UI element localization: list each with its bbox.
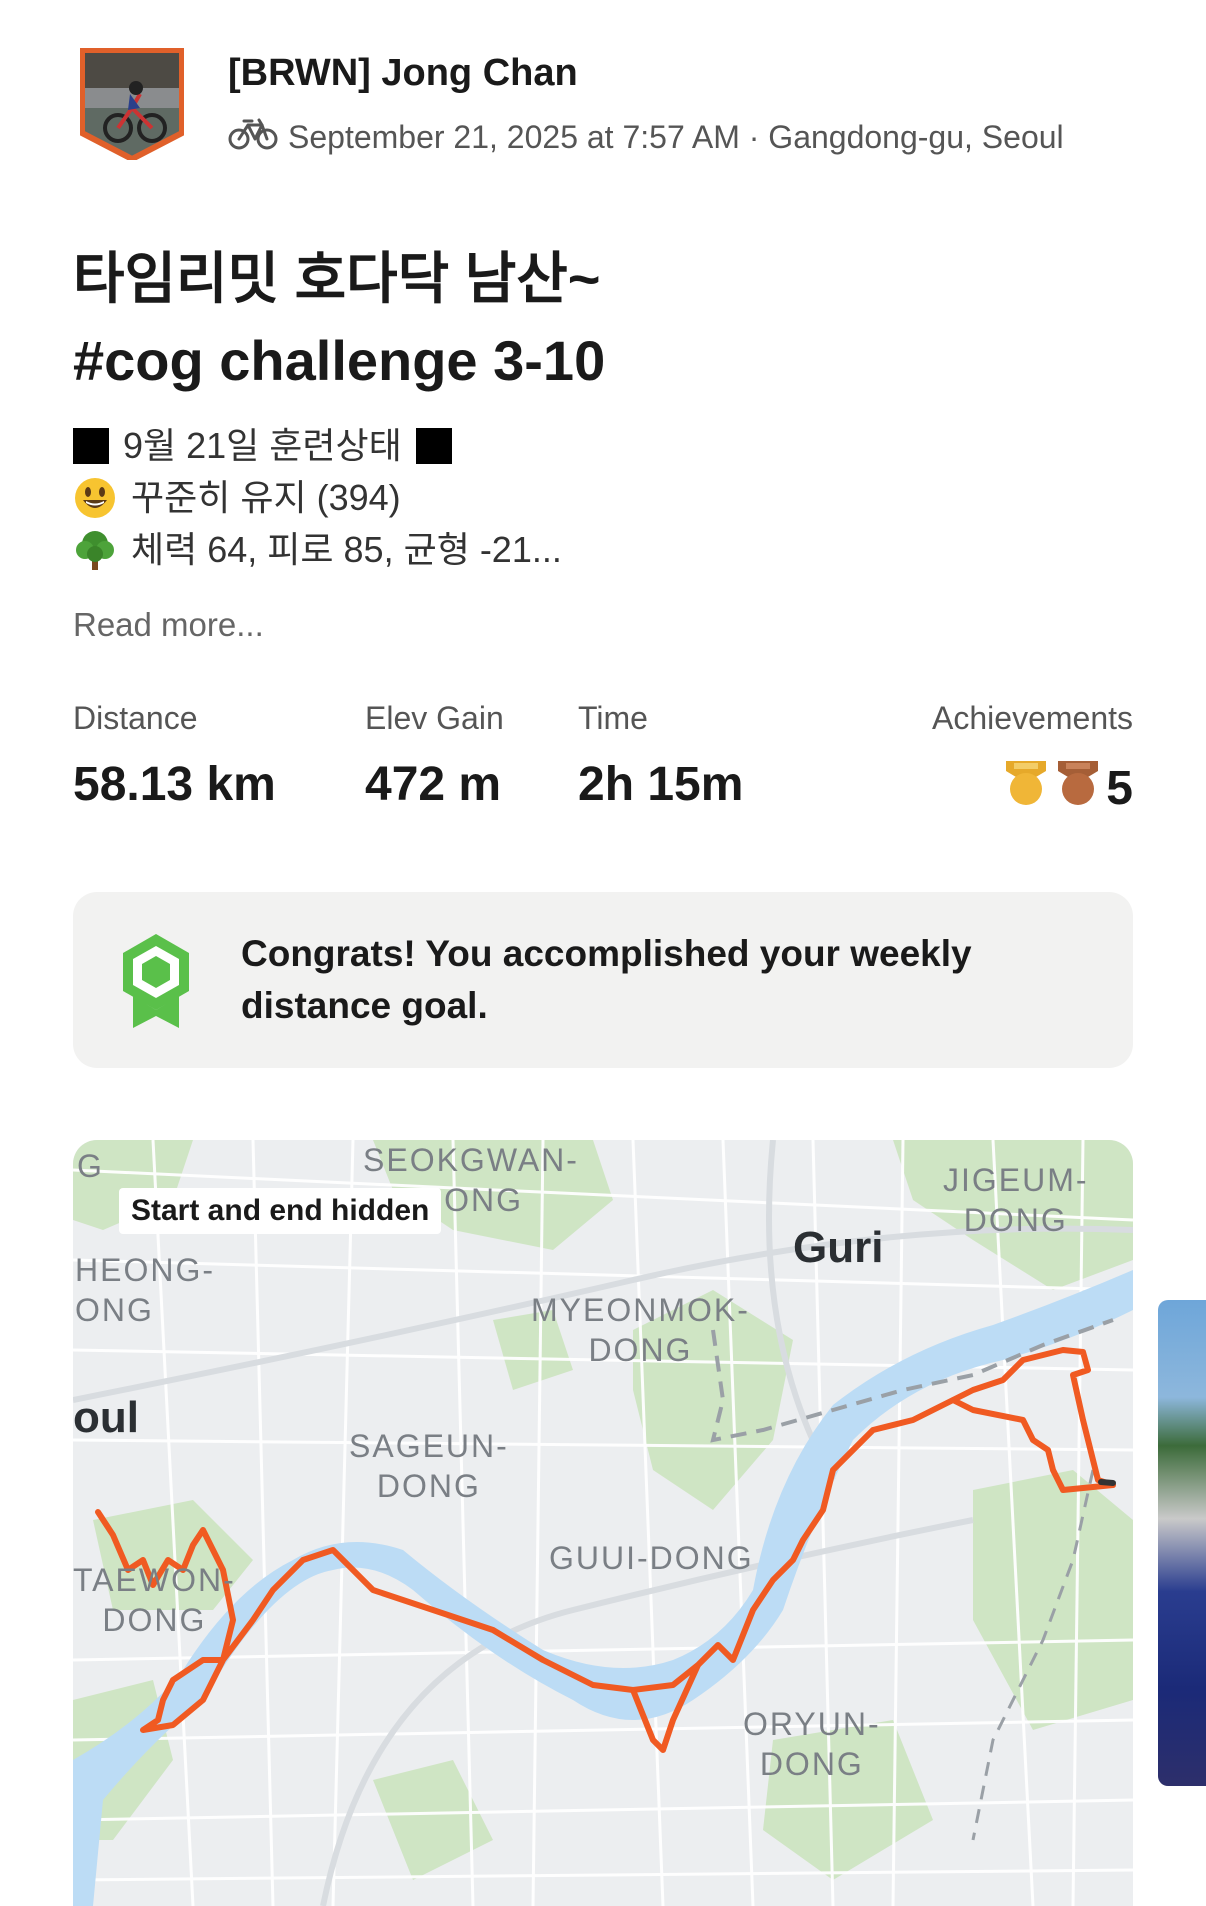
stat-achievements[interactable]: Achievements 5	[932, 700, 1133, 819]
route-map[interactable]: SEOKGWAN- DONG G HEONG- ONG oul Guri JIG…	[73, 1140, 1133, 1906]
smiley-emoji-icon	[73, 476, 117, 520]
stat-time: Time 2h 15m	[578, 700, 743, 812]
map-label-oryun: ORYUN- DONG	[743, 1706, 881, 1782]
activity-title-line-1: 타임리밋 호다닥 남산~	[73, 247, 601, 310]
activity-description: 9월 21일 훈련상태 꾸준히 유지 (394) 체력 64, 피로 85, 균…	[73, 420, 973, 576]
map-label-myeonmok: MYEONMOK- DONG	[531, 1292, 750, 1368]
description-text: 체력 64, 피로 85, 균형 -21...	[131, 529, 562, 570]
activity-date-location: September 21, 2025 at 7:57 AM · Gangdong…	[288, 118, 1064, 155]
start-end-hidden-badge: Start and end hidden	[119, 1188, 442, 1234]
map-label-guui: GUUI-DONG	[549, 1540, 754, 1576]
map-label-guri: Guri	[793, 1223, 884, 1272]
stat-label: Distance	[73, 700, 198, 736]
achievements-count: 5	[1106, 761, 1133, 815]
bike-icon	[228, 116, 278, 158]
stat-label: Achievements	[932, 700, 1133, 736]
activity-meta: September 21, 2025 at 7:57 AM · Gangdong…	[228, 116, 1064, 158]
description-line: 9월 21일 훈련상태	[73, 420, 973, 472]
stat-label: Time	[578, 700, 648, 736]
map-label-g: G	[77, 1148, 104, 1184]
black-square-icon	[415, 428, 452, 464]
read-more-link[interactable]: Read more...	[73, 606, 264, 644]
map-label-jigeum: JIGEUM- DONG	[943, 1162, 1089, 1238]
description-line: 꾸준히 유지 (394)	[73, 472, 973, 524]
activity-stats: Distance 58.13 km Elev Gain 472 m Time 2…	[73, 700, 1133, 820]
gold-medal-icon	[1002, 757, 1050, 819]
weekly-goal-banner[interactable]: Congrats! You accomplished your weekly d…	[73, 892, 1133, 1068]
map-label-oul: oul	[73, 1393, 139, 1442]
description-text: 꾸준히 유지 (394)	[131, 477, 401, 518]
map-label-sageun: SAGEUN- DONG	[349, 1428, 509, 1504]
description-line: 체력 64, 피로 85, 균형 -21...	[73, 524, 973, 576]
goal-badge-icon	[121, 932, 191, 1028]
stat-distance: Distance 58.13 km	[73, 700, 276, 812]
black-square-icon	[73, 428, 109, 464]
activity-header: [BRWN] Jong Chan September 21, 2025 at 7…	[0, 0, 1206, 200]
stat-label: Elev Gain	[365, 700, 504, 736]
activity-title-line-2: #cog challenge 3-10	[73, 329, 606, 392]
activity-photo-thumbnail[interactable]	[1158, 1300, 1206, 1786]
achievements-value: 5	[932, 757, 1133, 819]
athlete-avatar[interactable]	[79, 47, 185, 163]
map-graphic	[73, 1140, 1133, 1906]
stat-value: 58.13 km	[73, 758, 276, 811]
map-label-taewon: TAEWON- DONG	[73, 1562, 236, 1638]
description-text: 9월 21일 훈련상태	[123, 425, 402, 466]
stat-value: 472 m	[365, 758, 502, 811]
tree-emoji-icon	[73, 528, 117, 572]
athlete-name[interactable]: [BRWN] Jong Chan	[228, 52, 578, 95]
map-label-heong: HEONG- ONG	[75, 1252, 215, 1328]
goal-banner-text: Congrats! You accomplished your weekly d…	[241, 933, 972, 1026]
bronze-medal-icon	[1054, 757, 1102, 819]
stat-elev-gain: Elev Gain 472 m	[365, 700, 504, 812]
stat-value: 2h 15m	[578, 758, 744, 811]
activity-title[interactable]: 타임리밋 호다닥 남산~ #cog challenge 3-10	[73, 238, 1133, 402]
